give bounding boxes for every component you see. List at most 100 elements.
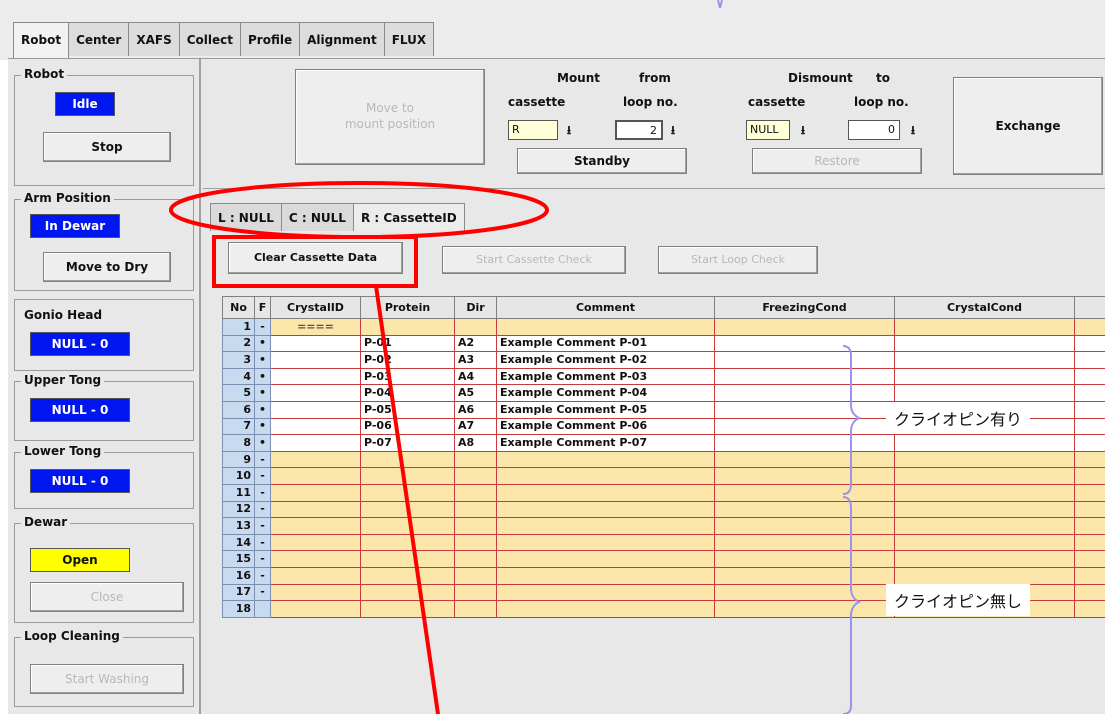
tab-profile[interactable]: Profile xyxy=(240,22,301,56)
col-comment-cell[interactable]: Example Comment P-01 xyxy=(496,334,715,353)
standby-button[interactable]: Standby xyxy=(517,148,687,174)
tab-collect[interactable]: Collect xyxy=(178,22,241,56)
col-protein-cell[interactable] xyxy=(360,500,455,519)
col-extra-cell[interactable] xyxy=(1074,334,1105,353)
col-crystal-id-header[interactable]: CrystalID xyxy=(270,296,361,319)
col-extra-cell[interactable] xyxy=(1074,600,1105,618)
dismount-cassette-field[interactable]: NULL xyxy=(746,120,790,140)
table-row[interactable]: 10- xyxy=(222,467,1105,485)
col-crystal-id-cell[interactable]: ==== xyxy=(270,318,361,336)
col-crystal-id-cell[interactable] xyxy=(270,351,361,369)
col-comment-cell[interactable]: Example Comment P-06 xyxy=(496,417,715,436)
table-row[interactable]: 9- xyxy=(222,450,1105,469)
col-comment-cell[interactable]: Example Comment P-02 xyxy=(496,351,715,369)
col-comment-cell[interactable] xyxy=(496,566,715,585)
col-protein-cell[interactable] xyxy=(360,583,455,602)
col-crystal-id-cell[interactable] xyxy=(270,500,361,519)
col-extra-header[interactable] xyxy=(1074,296,1105,319)
col-comment-cell[interactable] xyxy=(496,517,715,535)
col-freezing-cond-cell[interactable] xyxy=(714,500,895,519)
col-extra-cell[interactable] xyxy=(1074,550,1105,568)
table-row[interactable]: 15- xyxy=(222,550,1105,568)
col-freezing-cond-cell[interactable] xyxy=(714,517,895,535)
col-comment-cell[interactable] xyxy=(496,450,715,469)
col-comment-cell[interactable]: Example Comment P-04 xyxy=(496,384,715,402)
col-comment-header[interactable]: Comment xyxy=(496,296,715,319)
table-row[interactable]: 1- ==== xyxy=(222,318,1105,336)
col-freezing-cond-cell[interactable] xyxy=(714,334,895,353)
col-protein-cell[interactable] xyxy=(360,450,455,469)
table-row[interactable]: 12- xyxy=(222,500,1105,519)
col-f-header[interactable]: F xyxy=(254,296,271,319)
col-crystal-id-cell[interactable] xyxy=(270,434,361,452)
table-row[interactable]: 14- xyxy=(222,533,1105,552)
col-crystal-cond-cell[interactable] xyxy=(894,318,1075,336)
col-crystal-cond-cell[interactable] xyxy=(894,550,1075,568)
col-freezing-cond-cell[interactable] xyxy=(714,550,895,568)
col-protein-cell[interactable] xyxy=(360,483,455,502)
col-protein-cell[interactable]: P-07 xyxy=(360,434,455,452)
col-extra-cell[interactable] xyxy=(1074,417,1105,436)
col-crystal-cond-cell[interactable] xyxy=(894,566,1075,585)
col-crystal-id-cell[interactable] xyxy=(270,583,361,602)
col-extra-cell[interactable] xyxy=(1074,483,1105,502)
col-protein-cell[interactable] xyxy=(360,467,455,485)
col-dir-cell[interactable] xyxy=(454,533,497,552)
cassette-tab-c[interactable]: C : NULL xyxy=(280,203,354,231)
col-extra-cell[interactable] xyxy=(1074,367,1105,386)
table-row[interactable]: 3 • P-02 A3 Example Comment P-02 xyxy=(222,351,1105,369)
col-protein-cell[interactable] xyxy=(360,600,455,618)
col-protein-cell[interactable] xyxy=(360,533,455,552)
col-extra-cell[interactable] xyxy=(1074,583,1105,602)
col-comment-cell[interactable]: Example Comment P-03 xyxy=(496,367,715,386)
col-dir-cell[interactable] xyxy=(454,483,497,502)
col-crystal-id-cell[interactable] xyxy=(270,483,361,502)
tab-alignment[interactable]: Alignment xyxy=(299,22,385,56)
table-row[interactable]: 2 • P-01 A2 Example Comment P-01 xyxy=(222,334,1105,353)
col-comment-cell[interactable]: Example Comment P-07 xyxy=(496,434,715,452)
exchange-button[interactable]: Exchange xyxy=(953,77,1103,175)
col-freezing-cond-cell[interactable] xyxy=(714,417,895,436)
col-extra-cell[interactable] xyxy=(1074,384,1105,402)
col-dir-cell[interactable]: A2 xyxy=(454,334,497,353)
mount-cassette-arrow-icon[interactable]: ⭳ xyxy=(561,122,577,138)
col-crystal-id-cell[interactable] xyxy=(270,566,361,585)
cassette-tab-r[interactable]: R : CassetteID xyxy=(352,203,465,231)
col-freezing-cond-cell[interactable] xyxy=(714,533,895,552)
col-extra-cell[interactable] xyxy=(1074,533,1105,552)
col-dir-cell[interactable] xyxy=(454,550,497,568)
col-crystal-cond-header[interactable]: CrystalCond xyxy=(894,296,1075,319)
cassette-tab-l[interactable]: L : NULL xyxy=(210,203,282,231)
col-freezing-cond-cell[interactable] xyxy=(714,467,895,485)
col-crystal-cond-cell[interactable] xyxy=(894,533,1075,552)
col-comment-cell[interactable] xyxy=(496,533,715,552)
col-protein-cell[interactable]: P-02 xyxy=(360,351,455,369)
col-crystal-id-cell[interactable] xyxy=(270,550,361,568)
clear-cassette-data-button[interactable]: Clear Cassette Data xyxy=(228,242,403,274)
col-dir-cell[interactable] xyxy=(454,517,497,535)
col-dir-cell[interactable] xyxy=(454,566,497,585)
tab-center[interactable]: Center xyxy=(68,22,130,56)
col-crystal-cond-cell[interactable] xyxy=(894,500,1075,519)
table-row[interactable]: 16- xyxy=(222,566,1105,585)
col-crystal-cond-cell[interactable] xyxy=(894,450,1075,469)
col-crystal-id-cell[interactable] xyxy=(270,384,361,402)
col-dir-cell[interactable] xyxy=(454,500,497,519)
close-dewar-button[interactable]: Close xyxy=(30,582,184,612)
col-crystal-id-cell[interactable] xyxy=(270,400,361,419)
col-comment-cell[interactable] xyxy=(496,467,715,485)
col-comment-cell[interactable] xyxy=(496,500,715,519)
col-dir-cell[interactable] xyxy=(454,583,497,602)
col-crystal-cond-cell[interactable] xyxy=(894,334,1075,353)
col-dir-cell[interactable]: A5 xyxy=(454,384,497,402)
col-protein-cell[interactable] xyxy=(360,517,455,535)
col-freezing-cond-cell[interactable] xyxy=(714,400,895,419)
col-protein-cell[interactable] xyxy=(360,318,455,336)
col-freezing-cond-header[interactable]: FreezingCond xyxy=(714,296,895,319)
col-dir-cell[interactable]: A4 xyxy=(454,367,497,386)
col-comment-cell[interactable] xyxy=(496,318,715,336)
col-crystal-cond-cell[interactable] xyxy=(894,367,1075,386)
tab-flux[interactable]: FLUX xyxy=(383,22,435,56)
col-protein-cell[interactable]: P-04 xyxy=(360,384,455,402)
col-dir-cell[interactable]: A6 xyxy=(454,400,497,419)
